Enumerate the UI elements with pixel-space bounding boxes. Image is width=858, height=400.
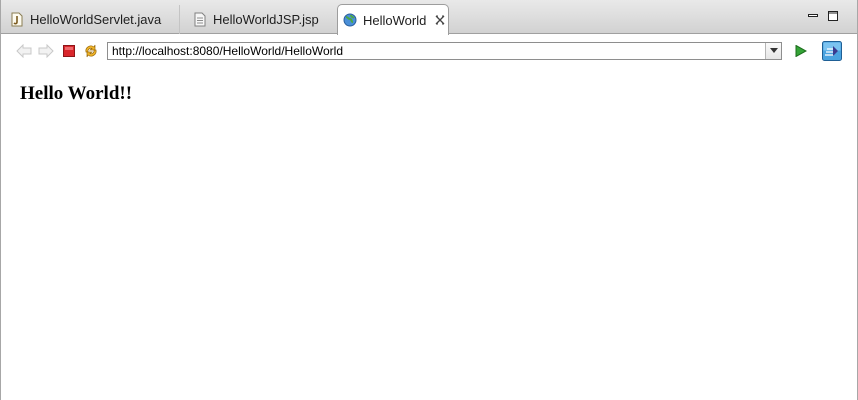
tab-helloworldservlet-java[interactable]: HelloWorldServlet.java (1, 5, 179, 34)
tab-helloworld[interactable]: HelloWorld (337, 4, 449, 35)
close-tab-icon[interactable] (434, 14, 446, 26)
tab-label: HelloWorldJSP.jsp (213, 12, 319, 27)
url-combo (107, 42, 782, 60)
tab-label: HelloWorld (363, 12, 427, 28)
browser-content: Hello World!! (1, 67, 857, 400)
url-input[interactable] (108, 43, 765, 59)
tab-helloworldjsp-jsp[interactable]: HelloWorldJSP.jsp (179, 5, 337, 34)
page-heading: Hello World!! (20, 83, 133, 104)
globe-icon (343, 12, 357, 28)
java-file-icon (10, 12, 24, 28)
url-dropdown-button[interactable] (765, 43, 781, 59)
stop-icon[interactable] (61, 43, 77, 59)
maximize-icon[interactable] (827, 10, 839, 22)
go-icon[interactable] (793, 43, 809, 59)
browser-editor-window: HelloWorldServlet.java HelloWorldJSP.jsp (0, 0, 858, 400)
chevron-down-icon (769, 48, 778, 53)
editor-tab-strip: HelloWorldServlet.java HelloWorldJSP.jsp (1, 0, 857, 35)
tab-label: HelloWorldServlet.java (30, 12, 162, 27)
jsp-file-icon (193, 12, 207, 28)
refresh-icon[interactable] (83, 43, 99, 59)
browser-toolbar (1, 35, 857, 67)
minimize-icon[interactable] (807, 10, 819, 22)
back-arrow-icon[interactable] (16, 43, 32, 59)
external-browser-icon[interactable] (822, 41, 842, 61)
forward-arrow-icon[interactable] (38, 43, 54, 59)
